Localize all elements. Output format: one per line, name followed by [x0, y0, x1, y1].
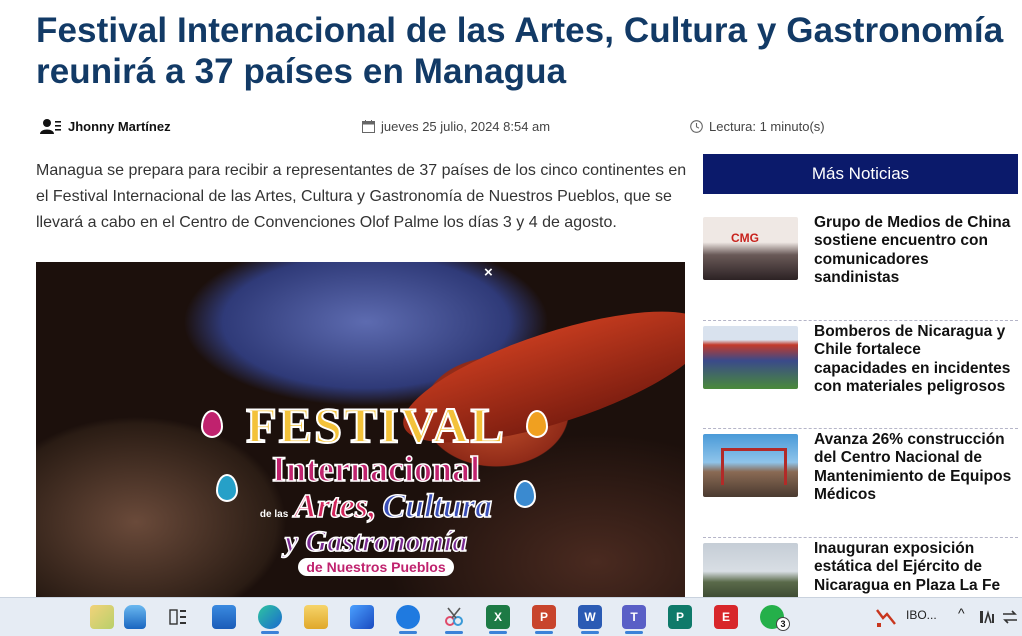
logo-word-artes: Artes, — [294, 487, 378, 526]
logo-word-pueblos: de Nuestros Pueblos — [298, 558, 454, 576]
headline-line-2: reunirá a 37 países en Managua — [36, 52, 567, 91]
keyboard-layout-icon[interactable] — [978, 605, 996, 629]
active-indicator — [261, 631, 279, 634]
task-view-icon[interactable] — [166, 605, 190, 629]
notepad-icon[interactable] — [90, 605, 114, 629]
author-icon — [40, 119, 61, 134]
article-headline: Festival Internacional de las Artes, Cul… — [36, 10, 1016, 92]
active-indicator — [581, 631, 599, 634]
news-divider — [703, 428, 1018, 429]
chevron-up-icon[interactable]: ^ — [958, 605, 965, 621]
active-indicator — [535, 631, 553, 634]
news-item[interactable]: Grupo de Medios de China sostiene encuen… — [703, 214, 1018, 287]
chat-icon[interactable] — [396, 605, 420, 629]
news-title[interactable]: Bomberos de Nicaragua y Chile fortalece … — [814, 323, 1014, 396]
whatsapp-badge: 3 — [776, 617, 790, 631]
clock-icon — [690, 119, 703, 133]
bottle-icon[interactable] — [124, 605, 146, 629]
publisher-icon[interactable]: P — [668, 605, 692, 629]
active-indicator — [625, 631, 643, 634]
taskbar: X P W T P E 3 IBO... ^ — [0, 597, 1022, 636]
news-item[interactable]: Avanza 26% construcción del Centro Nacio… — [703, 431, 1018, 504]
news-title[interactable]: Avanza 26% construcción del Centro Nacio… — [814, 431, 1014, 504]
hero-image[interactable]: × FESTIVAL Internacional de las Artes, C… — [36, 262, 685, 598]
mail-icon[interactable] — [212, 605, 236, 629]
active-indicator — [489, 631, 507, 634]
chart-app-icon[interactable] — [874, 605, 898, 629]
more-news-header: Más Noticias — [703, 154, 1018, 194]
tray-label[interactable]: IBO... — [906, 608, 937, 622]
edge-icon[interactable] — [258, 605, 282, 629]
active-indicator — [445, 631, 463, 634]
word-icon[interactable]: W — [578, 605, 602, 629]
author-name[interactable]: Jhonny Martínez — [68, 119, 171, 134]
store-icon[interactable] — [350, 605, 374, 629]
article-lead: Managua se prepara para recibir a repres… — [36, 162, 687, 231]
news-item[interactable]: Bomberos de Nicaragua y Chile fortalece … — [703, 323, 1018, 396]
active-indicator — [399, 631, 417, 634]
date-meta: jueves 25 julio, 2024 8:54 am — [362, 116, 550, 136]
news-divider — [703, 537, 1018, 538]
close-icon[interactable]: × — [484, 264, 493, 281]
logo-word-gastronomia: y Gastronomía — [284, 525, 468, 559]
logo-word-internacional: Internacional — [271, 449, 481, 489]
excel-icon[interactable]: X — [486, 605, 510, 629]
author-meta[interactable]: Jhonny Martínez — [40, 116, 171, 136]
logo-row-artes-cultura: de las Artes, Cultura — [186, 487, 566, 526]
publish-date: jueves 25 julio, 2024 8:54 am — [381, 118, 551, 134]
reading-time: Lectura: 1 minuto(s) — [709, 118, 825, 134]
news-thumbnail[interactable] — [703, 434, 798, 497]
headline-line-1: Festival Internacional de las Artes, Cul… — [36, 11, 1004, 50]
logo-word-cultura: Cultura — [382, 487, 493, 526]
festival-logo: FESTIVAL Internacional de las Artes, Cul… — [186, 397, 566, 577]
folder-icon[interactable] — [304, 605, 328, 629]
news-title[interactable]: Grupo de Medios de China sostiene encuen… — [814, 214, 1014, 287]
reading-time-meta: Lectura: 1 minuto(s) — [690, 116, 825, 136]
snipping-tool-icon[interactable] — [442, 605, 466, 629]
red-app-icon[interactable]: E — [714, 605, 738, 629]
powerpoint-icon[interactable]: P — [532, 605, 556, 629]
news-thumbnail[interactable] — [703, 217, 798, 280]
logo-word-de-las: de las — [259, 509, 289, 520]
news-divider — [703, 320, 1018, 321]
news-thumbnail[interactable] — [703, 326, 798, 389]
calendar-icon — [362, 119, 375, 133]
teams-icon[interactable]: T — [622, 605, 646, 629]
network-icon[interactable] — [1000, 605, 1020, 629]
logo-word-festival: FESTIVAL — [245, 397, 506, 453]
